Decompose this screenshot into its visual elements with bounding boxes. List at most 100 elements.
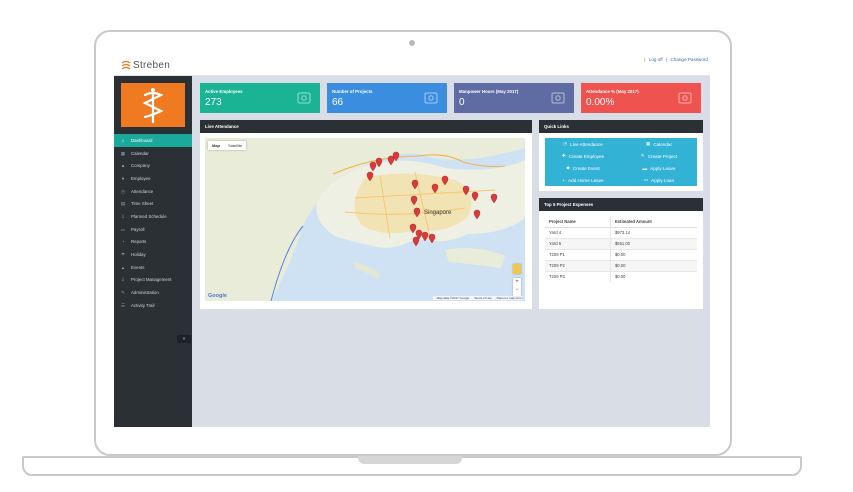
estimated-amount-cell: $0.00	[609, 259, 697, 271]
calendar-icon: ▦	[646, 141, 651, 146]
quick-link-label: Create Project	[647, 153, 678, 159]
wrench-icon: ✎	[640, 153, 645, 158]
table-header-row: Project Name Estimated Amount	[545, 216, 697, 228]
zoom-in-button[interactable]: +	[513, 278, 521, 286]
quick-link-calendar[interactable]: ▦ Calendar	[621, 138, 697, 150]
project-name-cell: Yard 6	[545, 237, 611, 249]
map-tab-map[interactable]: Map	[208, 141, 224, 150]
project-expenses-panel: Top 5 Project Expenses Project Name Esti…	[539, 198, 703, 309]
sidebar-item-employee[interactable]: ● Employee	[114, 172, 192, 185]
sidebar-item-administration[interactable]: ✎ Administration	[114, 286, 192, 299]
sidebar-item-activity-trail[interactable]: ☰ Activity Trail	[114, 299, 192, 312]
sidebar-item-label: Events	[131, 264, 145, 270]
map-zoom-control: + −	[513, 278, 521, 296]
camera-icon	[409, 40, 415, 46]
wrench-icon: ✎	[121, 290, 125, 296]
sidebar-item-company[interactable]: ▲ Company	[114, 159, 192, 172]
quick-link-label: Calendar	[653, 141, 672, 147]
quick-link-apply-leave[interactable]: ▬ Apply Leave	[621, 162, 697, 174]
event-icon: ◆	[566, 165, 570, 170]
stat-card-title: Attendance % (May 2017)	[586, 89, 639, 94]
schedule-icon: ⇩	[121, 213, 125, 219]
payroll-icon: ▭	[120, 226, 126, 232]
project-icon: ⇩	[121, 277, 125, 283]
sidebar-item-holiday[interactable]: ☂ Holiday	[114, 248, 192, 261]
sidebar-item-events[interactable]: ▴ Events	[114, 261, 192, 274]
stat-card-title: Active Employees	[205, 89, 243, 94]
sidebar-item-label: Company	[131, 163, 150, 169]
sidebar-collapse-button[interactable]: «	[177, 335, 191, 343]
attendance-map[interactable]: Singapore Map Satellite + − Google Map d…	[205, 138, 525, 301]
sidebar-item-label: Employee	[131, 175, 151, 181]
table-row: Yard 6 $551.00	[545, 237, 697, 249]
sidebar-item-label: Reports	[131, 239, 147, 245]
brand-name: Streben	[133, 60, 171, 71]
sidebar-item-label: Activity Trail	[131, 302, 155, 308]
sidebar-item-label: Time Sheet	[131, 201, 154, 207]
quick-link-apply-loan[interactable]: ▭ Apply Loan	[621, 174, 697, 186]
table-row: T209 P2 $0.00	[545, 259, 697, 271]
sidebar-item-label: Project Management	[131, 277, 172, 283]
sidebar-menu: ⌂ Dashboard ▦ Calendar ▲ Company ● Employee ◷ Att…	[114, 134, 192, 312]
quick-links-grid: ◷ Live Attendance ▦ Calendar ✚ Create Employe…	[545, 138, 697, 186]
quick-link-live-attendance[interactable]: ◷ Live Attendance	[545, 138, 621, 150]
quick-link-label: Apply Leave	[650, 165, 676, 171]
reports-icon: ◔	[121, 239, 125, 245]
quick-link-create-event[interactable]: ◆ Create Event	[545, 162, 621, 174]
map-city-label: Singapore	[424, 210, 452, 216]
top-bar: Streben | Log off | Change Password	[114, 56, 710, 76]
users-icon	[297, 92, 311, 104]
events-icon: ▴	[121, 264, 125, 270]
zoom-out-button[interactable]: −	[513, 286, 521, 294]
table-row: T209 P3 $0.00	[545, 270, 697, 282]
google-logo: Google	[208, 293, 227, 299]
estimated-amount-cell: $0.00	[609, 270, 697, 282]
sidebar-item-label: Administration	[131, 290, 159, 296]
project-name-cell: T209 P1	[545, 248, 611, 260]
holiday-icon: ☂	[120, 252, 126, 258]
sidebar-item-calendar[interactable]: ▦ Calendar	[114, 147, 192, 160]
project-name-cell: Yard 4	[545, 226, 611, 238]
sidebar-item-time-sheet[interactable]: ▤ Time Sheet	[114, 197, 192, 210]
plus-icon: +	[562, 177, 566, 183]
sidebar-item-project-management[interactable]: ⇩ Project Management	[114, 274, 192, 287]
app-screen: Streben | Log off | Change Password ⌂ Das…	[114, 56, 710, 427]
stat-card-value: 0	[459, 97, 465, 108]
terms-of-use-link[interactable]: Terms of Use	[474, 296, 492, 300]
clock-icon: ◷	[563, 141, 568, 146]
stat-card-title: Manpower Hours (May 2017)	[459, 89, 519, 94]
sidebar-item-label: Attendance	[131, 188, 154, 194]
quick-link-create-project[interactable]: ✎ Create Project	[621, 150, 697, 162]
report-map-error-link[interactable]: Report a map error	[497, 296, 522, 300]
quick-link-label: Create Employee	[568, 153, 605, 159]
quick-link-label: Live Attendance	[570, 141, 603, 147]
quick-link-label: Apply Loan	[651, 177, 675, 183]
stat-card-3: Manpower Hours (May 2017) 0	[454, 83, 574, 113]
live-attendance-panel: Live Attendance Singapore Map Satellite …	[200, 120, 532, 309]
estimated-amount-cell: $0.00	[609, 248, 697, 260]
project-name-cell: T209 P2	[545, 259, 611, 271]
sidebar-item-attendance[interactable]: ◷ Attendance	[114, 185, 192, 198]
sidebar-item-label: Planned Schedule	[131, 213, 167, 219]
user-plus-icon: ✚	[561, 153, 566, 158]
quick-link-create-employee[interactable]: ✚ Create Employee	[545, 150, 621, 162]
list-icon: ☰	[120, 302, 126, 308]
street-view-pegman-icon[interactable]	[513, 264, 521, 274]
logoff-link[interactable]: Log off	[649, 57, 663, 62]
change-password-link[interactable]: Change Password	[670, 57, 708, 62]
timesheet-icon: ▤	[120, 201, 126, 207]
column-header-estimated-amount: Estimated Amount	[609, 216, 697, 228]
table-row: T209 P1 $0.00	[545, 248, 697, 260]
sidebar-item-reports[interactable]: ◔ Reports	[114, 236, 192, 249]
sidebar-item-dashboard[interactable]: ⌂ Dashboard	[114, 134, 192, 147]
quick-link-add-home-leave[interactable]: + Add Home Leave	[545, 174, 621, 186]
column-header-project-name: Project Name	[545, 216, 611, 228]
quick-links-title: Quick Links	[539, 120, 703, 133]
map-tab-satellite[interactable]: Satellite	[224, 141, 246, 150]
sidebar-item-payroll[interactable]: ▭ Payroll	[114, 223, 192, 236]
quick-link-label: Create Event	[572, 165, 600, 171]
home-icon: ⌂	[121, 137, 125, 143]
sidebar-item-planned-schedule[interactable]: ⇩ Planned Schedule	[114, 210, 192, 223]
table-row: Yard 4 $973.14	[545, 226, 697, 238]
clock-icon: ◷	[120, 188, 125, 194]
